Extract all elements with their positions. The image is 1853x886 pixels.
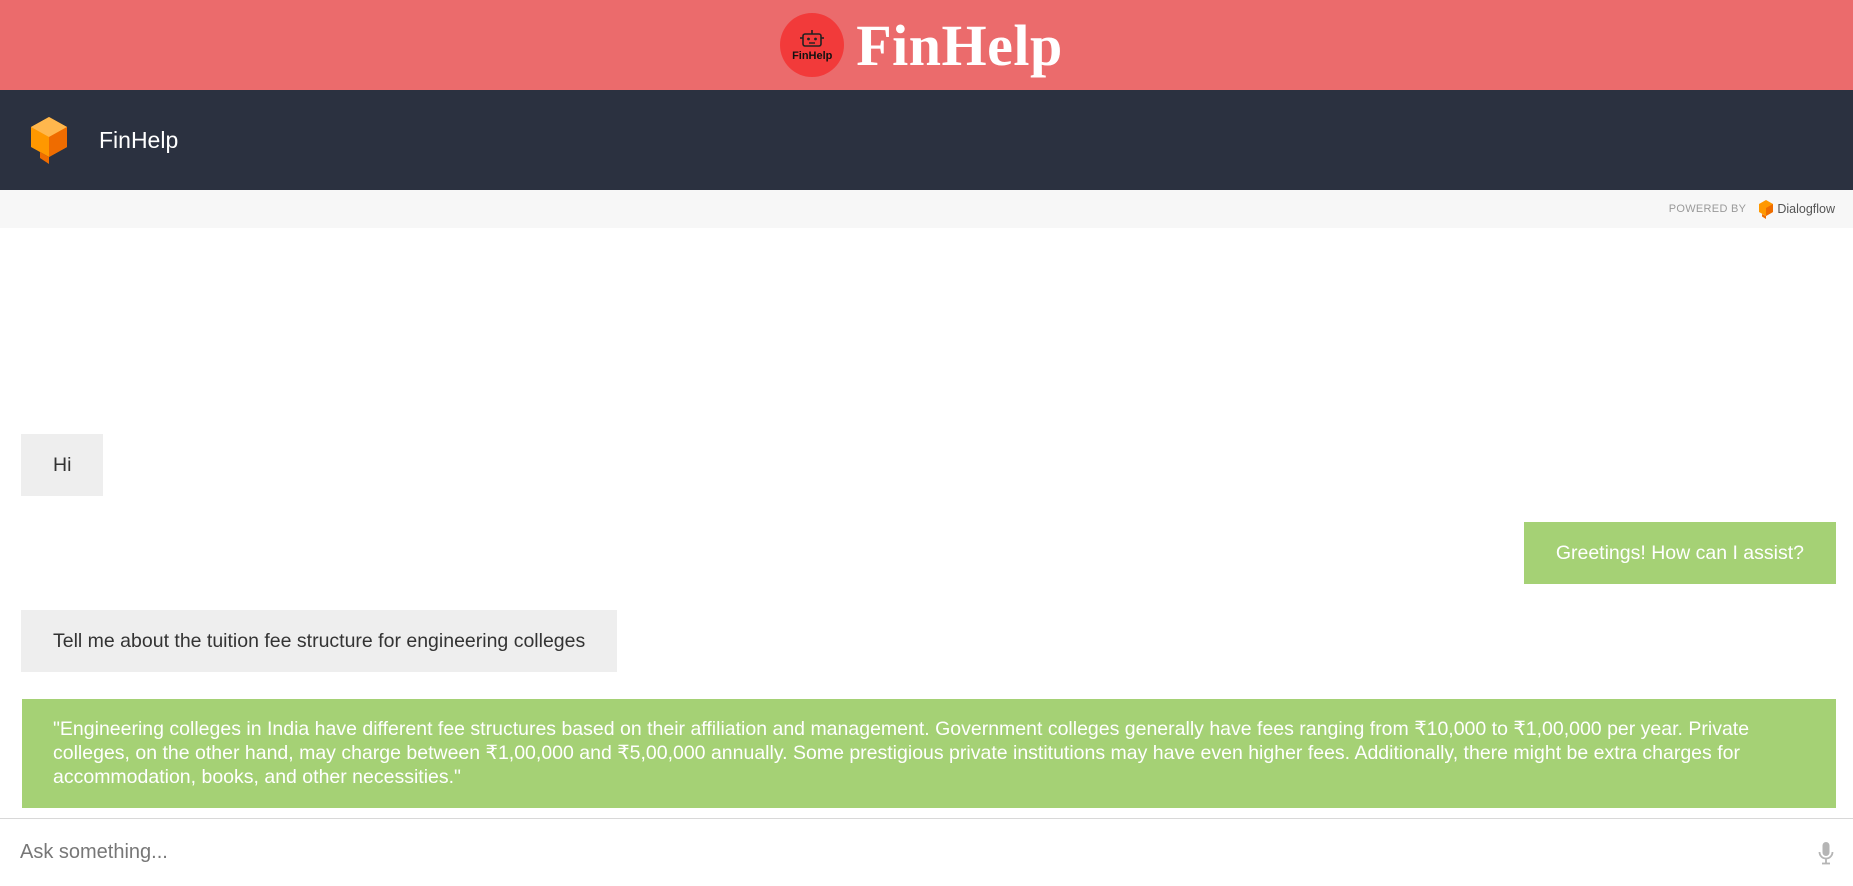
banner-title: FinHelp <box>856 12 1063 78</box>
input-bar <box>0 818 1853 886</box>
powered-by-label: POWERED BY <box>1668 203 1747 215</box>
user-message: Tell me about the tuition fee structure … <box>21 610 618 672</box>
message-list: Hi Greetings! How can I assist? Tell me … <box>0 228 1853 818</box>
query-input[interactable] <box>20 841 1817 864</box>
bot-message: "Engineering colleges in India have diff… <box>22 699 1836 808</box>
finhelp-logo: FinHelp <box>780 13 845 77</box>
logo-text: FinHelp <box>792 49 833 62</box>
microphone-icon[interactable] <box>1817 841 1835 865</box>
powered-by-bar: POWERED BY Dialogflow <box>0 190 1853 228</box>
dialogflow-agent-icon <box>31 117 67 164</box>
agent-name: FinHelp <box>99 126 179 153</box>
top-banner: FinHelp FinHelp <box>0 0 1853 90</box>
dialogflow-icon <box>1759 200 1774 219</box>
dialogflow-brand[interactable]: Dialogflow <box>1777 202 1835 216</box>
robot-icon <box>800 29 825 47</box>
bot-message: Greetings! How can I assist? <box>1523 522 1836 584</box>
chat-header: FinHelp <box>0 90 1853 190</box>
user-message: Hi <box>21 434 104 496</box>
